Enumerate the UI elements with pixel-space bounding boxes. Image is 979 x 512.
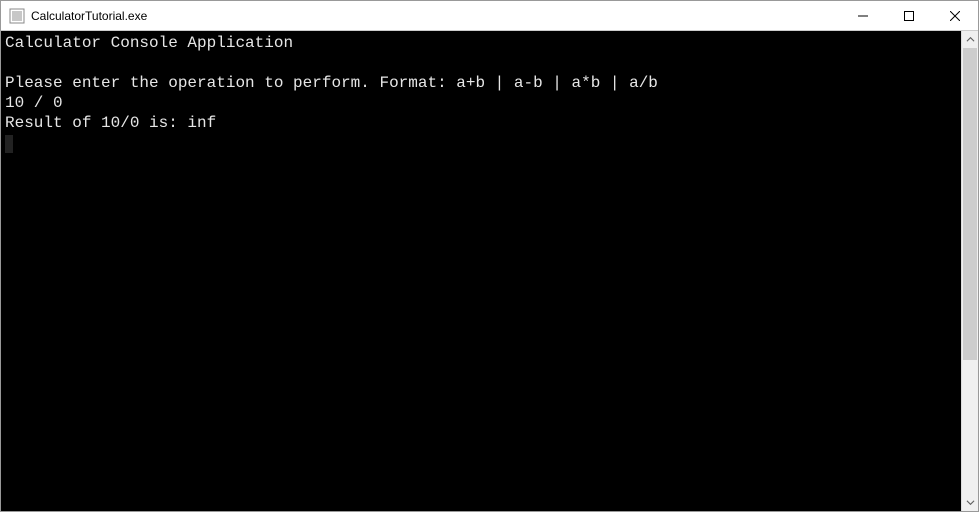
window-controls (840, 1, 978, 30)
console-line: Result of 10/0 is: inf (5, 113, 957, 133)
scroll-down-arrow-icon[interactable] (962, 494, 978, 511)
vertical-scrollbar[interactable] (961, 31, 978, 511)
client-area: Calculator Console Application Please ent… (1, 31, 978, 511)
console-line (5, 53, 957, 73)
scroll-track[interactable] (962, 48, 978, 494)
console-cursor-line (5, 133, 957, 153)
console-line: Please enter the operation to perform. F… (5, 73, 957, 93)
console-line: 10 / 0 (5, 93, 957, 113)
text-cursor (5, 135, 13, 153)
close-button[interactable] (932, 1, 978, 30)
app-icon (9, 8, 25, 24)
minimize-button[interactable] (840, 1, 886, 30)
console-output[interactable]: Calculator Console Application Please ent… (1, 31, 961, 511)
maximize-button[interactable] (886, 1, 932, 30)
window-title: CalculatorTutorial.exe (31, 9, 147, 23)
titlebar: CalculatorTutorial.exe (1, 1, 978, 31)
scroll-up-arrow-icon[interactable] (962, 31, 978, 48)
console-line: Calculator Console Application (5, 33, 957, 53)
scroll-thumb[interactable] (963, 48, 977, 360)
